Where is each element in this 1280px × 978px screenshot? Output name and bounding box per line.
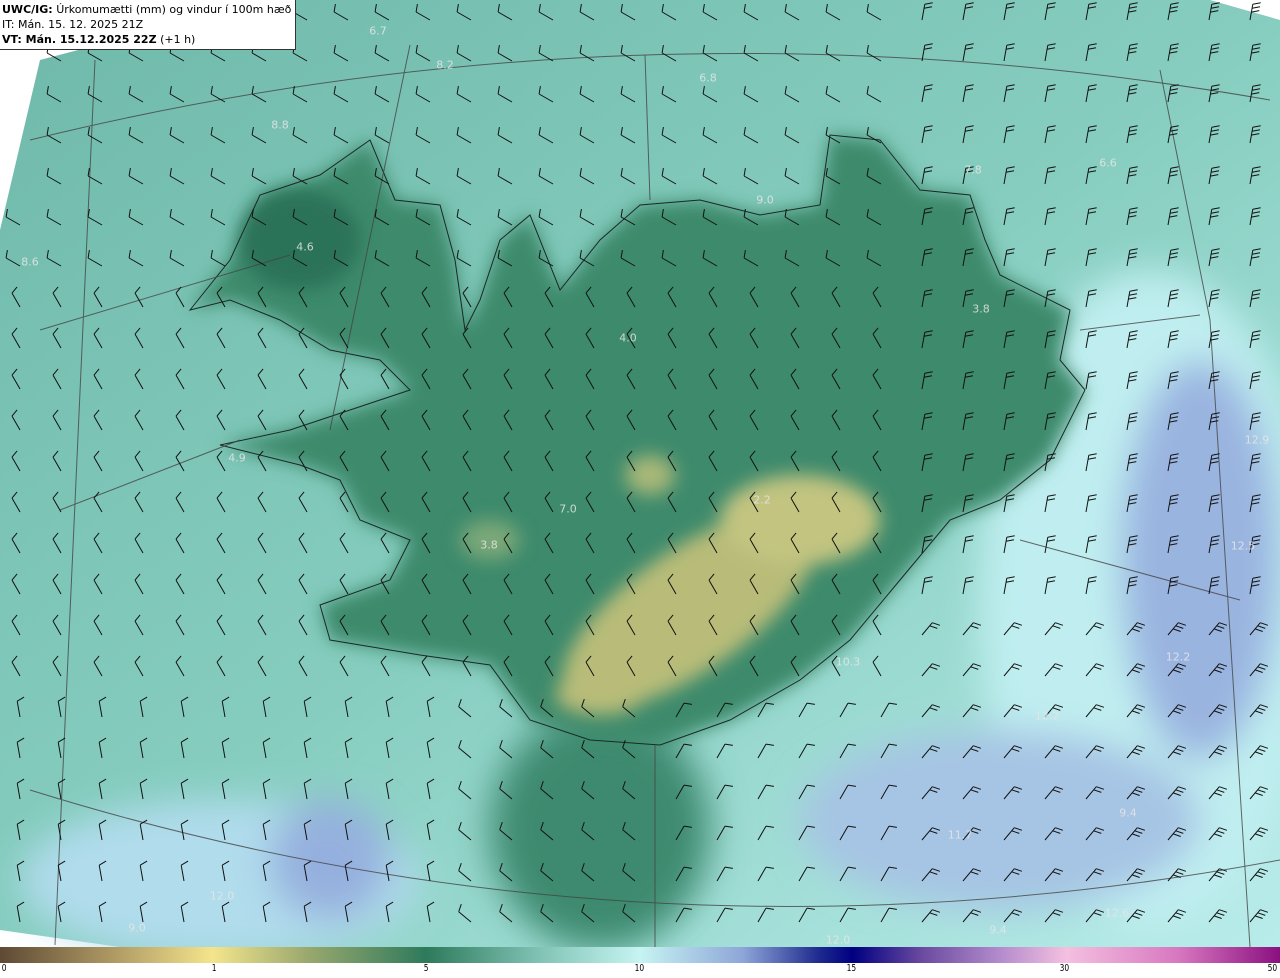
- map-value-label: 4.9: [228, 451, 246, 465]
- map-value-label: 8.6: [21, 255, 39, 269]
- map-value-label: 8.8: [271, 118, 289, 132]
- map-value-label: 12.5: [1230, 539, 1256, 553]
- map-value-label: 6.8: [699, 71, 717, 85]
- map-value-label: 4.0: [619, 331, 637, 345]
- map-value-label: 12.0: [209, 889, 235, 903]
- colorbar: [0, 947, 1280, 963]
- map-value-label: 3.8: [972, 302, 990, 316]
- map-value-label: 11.7: [947, 828, 973, 842]
- colorbar-tick: 15: [846, 963, 857, 974]
- map-value-label: 4.6: [296, 240, 314, 254]
- init-time: IT: Mán. 15. 12. 2025 21Z: [2, 18, 144, 31]
- title-box: UWC/IG: Úrkomumætti (mm) og vindur í 100…: [0, 0, 297, 50]
- colorbar-tick: 0: [1, 963, 7, 974]
- colorbar-tick: 1: [211, 963, 217, 974]
- valid-offset: (+1 h): [160, 33, 196, 46]
- map-value-label: 12.0: [825, 933, 851, 947]
- map-value-label: 9.0: [756, 193, 774, 207]
- model-label: UWC/IG:: [2, 3, 53, 16]
- map-value-label: 12.2: [1165, 650, 1191, 664]
- colorbar-tick: 30: [1059, 963, 1070, 974]
- map-value-label: 10.3: [835, 655, 861, 669]
- map-value-label: 9.4: [1119, 806, 1137, 820]
- map-value-label: 9.0: [128, 921, 146, 935]
- map-value-label: 12.6: [1104, 906, 1130, 920]
- map-value-label: 2.2: [753, 493, 771, 507]
- map-value-label: 8.2: [436, 58, 454, 72]
- valid-time: VT: Mán. 15.12.2025 22Z: [2, 33, 157, 46]
- map-value-label: 6.7: [369, 24, 387, 38]
- map-value-label: 7.0: [559, 502, 577, 516]
- map-value-label: 6.6: [1099, 156, 1117, 170]
- map-value-label: 12.2: [1034, 709, 1060, 723]
- map-title: Úrkomumætti (mm) og vindur í 100m hæð: [56, 3, 292, 16]
- colorbar-ticks: 0 1 5 10 15 30 50: [0, 963, 1280, 978]
- precipitation-wind-map: [0, 0, 1280, 947]
- colorbar-tick: 50: [1267, 963, 1278, 974]
- map-value-label: 7.8: [964, 163, 982, 177]
- colorbar-tick: 10: [634, 963, 645, 974]
- map-value-label: 3.8: [480, 538, 498, 552]
- map-value-label: 12.9: [1244, 433, 1270, 447]
- colorbar-tick: 5: [423, 963, 429, 974]
- map-value-label: 9.4: [989, 923, 1007, 937]
